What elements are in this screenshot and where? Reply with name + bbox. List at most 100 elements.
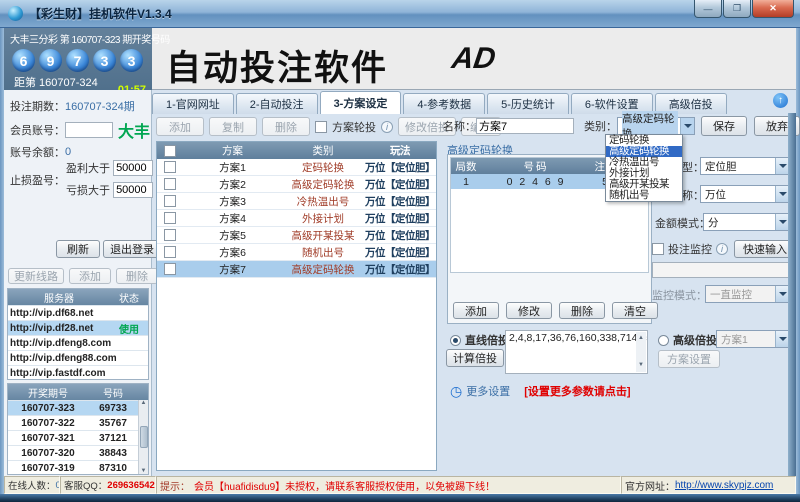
scroll-up-icon[interactable]: ▲	[141, 400, 147, 406]
draw-row[interactable]: 160707-319 87310	[8, 460, 148, 475]
category-col-header: 类别	[282, 143, 364, 158]
draw-row-selected[interactable]: 160707-323 69733	[8, 400, 148, 415]
tab-site-url[interactable]: 1-官网网址	[152, 93, 234, 114]
adv-multiplier-radio[interactable]	[658, 335, 669, 346]
play-col-header: 玩法	[364, 143, 436, 158]
draw-row[interactable]: 160707-322 35767	[8, 415, 148, 430]
chevron-down-icon[interactable]	[775, 158, 789, 174]
plan-name-input[interactable]	[476, 118, 574, 134]
server-row[interactable]: http://vip.dfeng8.com	[8, 335, 148, 350]
update-lines-button[interactable]: 更新线路	[8, 268, 64, 284]
category-select[interactable]: 高级定码轮换	[617, 117, 695, 135]
plan-row-selected[interactable]: 方案7 高级定码轮换 万位【定位胆】	[157, 261, 436, 278]
ball: 7	[66, 49, 89, 72]
logout-button[interactable]: 退出登录	[103, 240, 161, 258]
status-col-header: 状态	[110, 290, 148, 305]
textarea-scrollbar[interactable]: ▲ ▼	[636, 332, 646, 372]
more-settings-hint[interactable]: [设置更多参数请点击]	[524, 383, 630, 399]
bet-monitor-label: 投注监控	[668, 241, 712, 257]
draw-row[interactable]: 160707-321 37121	[8, 430, 148, 445]
bet-monitor-checkbox[interactable]	[652, 243, 664, 255]
plan-row[interactable]: 方案5 高级开某投某 万位【定位胆】	[157, 227, 436, 244]
dropdown-option[interactable]: 随机出号	[606, 190, 682, 201]
tab-reference-data[interactable]: 4-参考数据	[403, 93, 485, 114]
more-settings-link[interactable]: 更多设置	[466, 383, 510, 399]
plan-copy-button[interactable]: 复制	[209, 117, 257, 136]
row-checkbox[interactable]	[164, 246, 176, 258]
row-checkbox[interactable]	[164, 212, 176, 224]
add-server-button[interactable]: 添加	[69, 268, 111, 284]
select-all-checkbox[interactable]	[164, 145, 176, 157]
tab-history-stats[interactable]: 5-历史统计	[487, 93, 569, 114]
chevron-down-icon[interactable]	[680, 118, 694, 134]
plan-add-button[interactable]: 添加	[156, 117, 204, 136]
scroll-thumb[interactable]	[140, 426, 148, 448]
row-checkbox[interactable]	[164, 229, 176, 241]
scroll-down-icon[interactable]: ▼	[141, 468, 147, 474]
server-row-selected[interactable]: http://vip.df28.net 使用	[8, 320, 148, 335]
status-bar: 在线人数： 0 客服QQ： 2696365420 提示： 会员【huafidis…	[4, 476, 796, 494]
line-multiplier-textarea[interactable]: 2,4,8,17,36,76,160,338,714,1507 ▲ ▼	[505, 330, 648, 374]
chevron-down-icon[interactable]	[775, 214, 789, 230]
row-checkbox[interactable]	[164, 178, 176, 190]
plan-rotate-checkbox[interactable]	[315, 121, 327, 133]
row-checkbox[interactable]	[164, 161, 176, 173]
loss-input[interactable]	[113, 182, 153, 198]
plan-setting-button[interactable]: 方案设置	[658, 350, 720, 368]
close-button[interactable]: ✕	[752, 0, 794, 18]
rotation-add-button[interactable]: 添加	[453, 302, 499, 319]
minimize-button[interactable]: —	[694, 0, 722, 18]
line-multiplier-radio[interactable]	[450, 335, 461, 346]
tab-plan-settings[interactable]: 3-方案设定	[320, 91, 402, 114]
draw-row[interactable]: 160707-320 38843	[8, 445, 148, 460]
delete-server-button[interactable]: 删除	[116, 268, 158, 284]
plan-row[interactable]: 方案1 定码轮换 万位【定位胆】	[157, 159, 436, 176]
rotation-modify-button[interactable]: 修改	[506, 302, 552, 319]
chevron-down-icon[interactable]	[775, 186, 789, 202]
draw-label: 大丰三分彩 第 160707-323 期开奖号码	[10, 31, 146, 46]
draw-table-scrollbar[interactable]: ▲ ▼	[138, 400, 148, 474]
chevron-down-icon	[775, 286, 789, 302]
number-col-header: 号码	[481, 159, 591, 174]
panel-right-edge	[788, 113, 796, 476]
plan-row[interactable]: 方案6 随机出号 万位【定位胆】	[157, 244, 436, 261]
collapse-up-icon[interactable]: ↑	[773, 93, 788, 108]
window-border-bottom	[0, 494, 800, 502]
plan-row[interactable]: 方案2 高级定码轮换 万位【定位胆】	[157, 176, 436, 193]
server-row[interactable]: http://vip.fastdf.com	[8, 365, 148, 380]
server-row[interactable]: http://vip.dfeng88.com	[8, 350, 148, 365]
monitor-mode-label: 监控模式：	[652, 287, 707, 303]
quick-input-button[interactable]: 快速输入	[734, 240, 796, 258]
plan-delete-button[interactable]: 删除	[262, 117, 310, 136]
play-name-select[interactable]: 万位	[700, 185, 790, 203]
server-row[interactable]: http://vip.df68.net	[8, 305, 148, 320]
round-col-header: 局数	[451, 159, 481, 174]
rotation-clear-button[interactable]: 清空	[612, 302, 658, 319]
scroll-up-icon[interactable]: ▲	[638, 332, 644, 345]
maximize-button[interactable]: ❐	[723, 0, 751, 18]
refresh-button[interactable]: 刷新	[56, 240, 100, 258]
period-label: 投注期数：	[10, 98, 65, 114]
row-checkbox[interactable]	[164, 195, 176, 207]
monitor-value-input[interactable]	[652, 262, 790, 278]
adv-plan-select[interactable]: 方案1	[716, 330, 790, 348]
qq-label: 客服QQ：	[64, 478, 107, 492]
ad-logo: AD	[450, 42, 498, 76]
profit-input[interactable]	[113, 160, 153, 176]
plan-row[interactable]: 方案3 冷热温出号 万位【定位胆】	[157, 193, 436, 210]
play-type-select[interactable]: 定位胆	[700, 157, 790, 175]
official-site-link[interactable]: http://www.skypjz.com	[675, 480, 773, 491]
tab-auto-bet[interactable]: 2-自动投注	[236, 93, 318, 114]
plan-row[interactable]: 方案4 外接计划 万位【定位胆】	[157, 210, 436, 227]
monitor-mode-select[interactable]: 一直监控	[705, 285, 790, 303]
amount-mode-select[interactable]: 分	[703, 213, 790, 231]
qq-number: 2696365420	[107, 480, 156, 491]
scroll-down-icon[interactable]: ▼	[638, 359, 644, 372]
save-button[interactable]: 保存	[701, 116, 747, 136]
calc-multiplier-button[interactable]: 计算倍投	[446, 349, 504, 367]
account-input[interactable]	[65, 122, 113, 138]
window-title: 【彩生财】挂机软件V1.3.4	[29, 5, 172, 22]
rotation-delete-button[interactable]: 删除	[559, 302, 605, 319]
plan-rotate-label: 方案轮投	[332, 119, 376, 135]
row-checkbox[interactable]	[164, 263, 176, 275]
